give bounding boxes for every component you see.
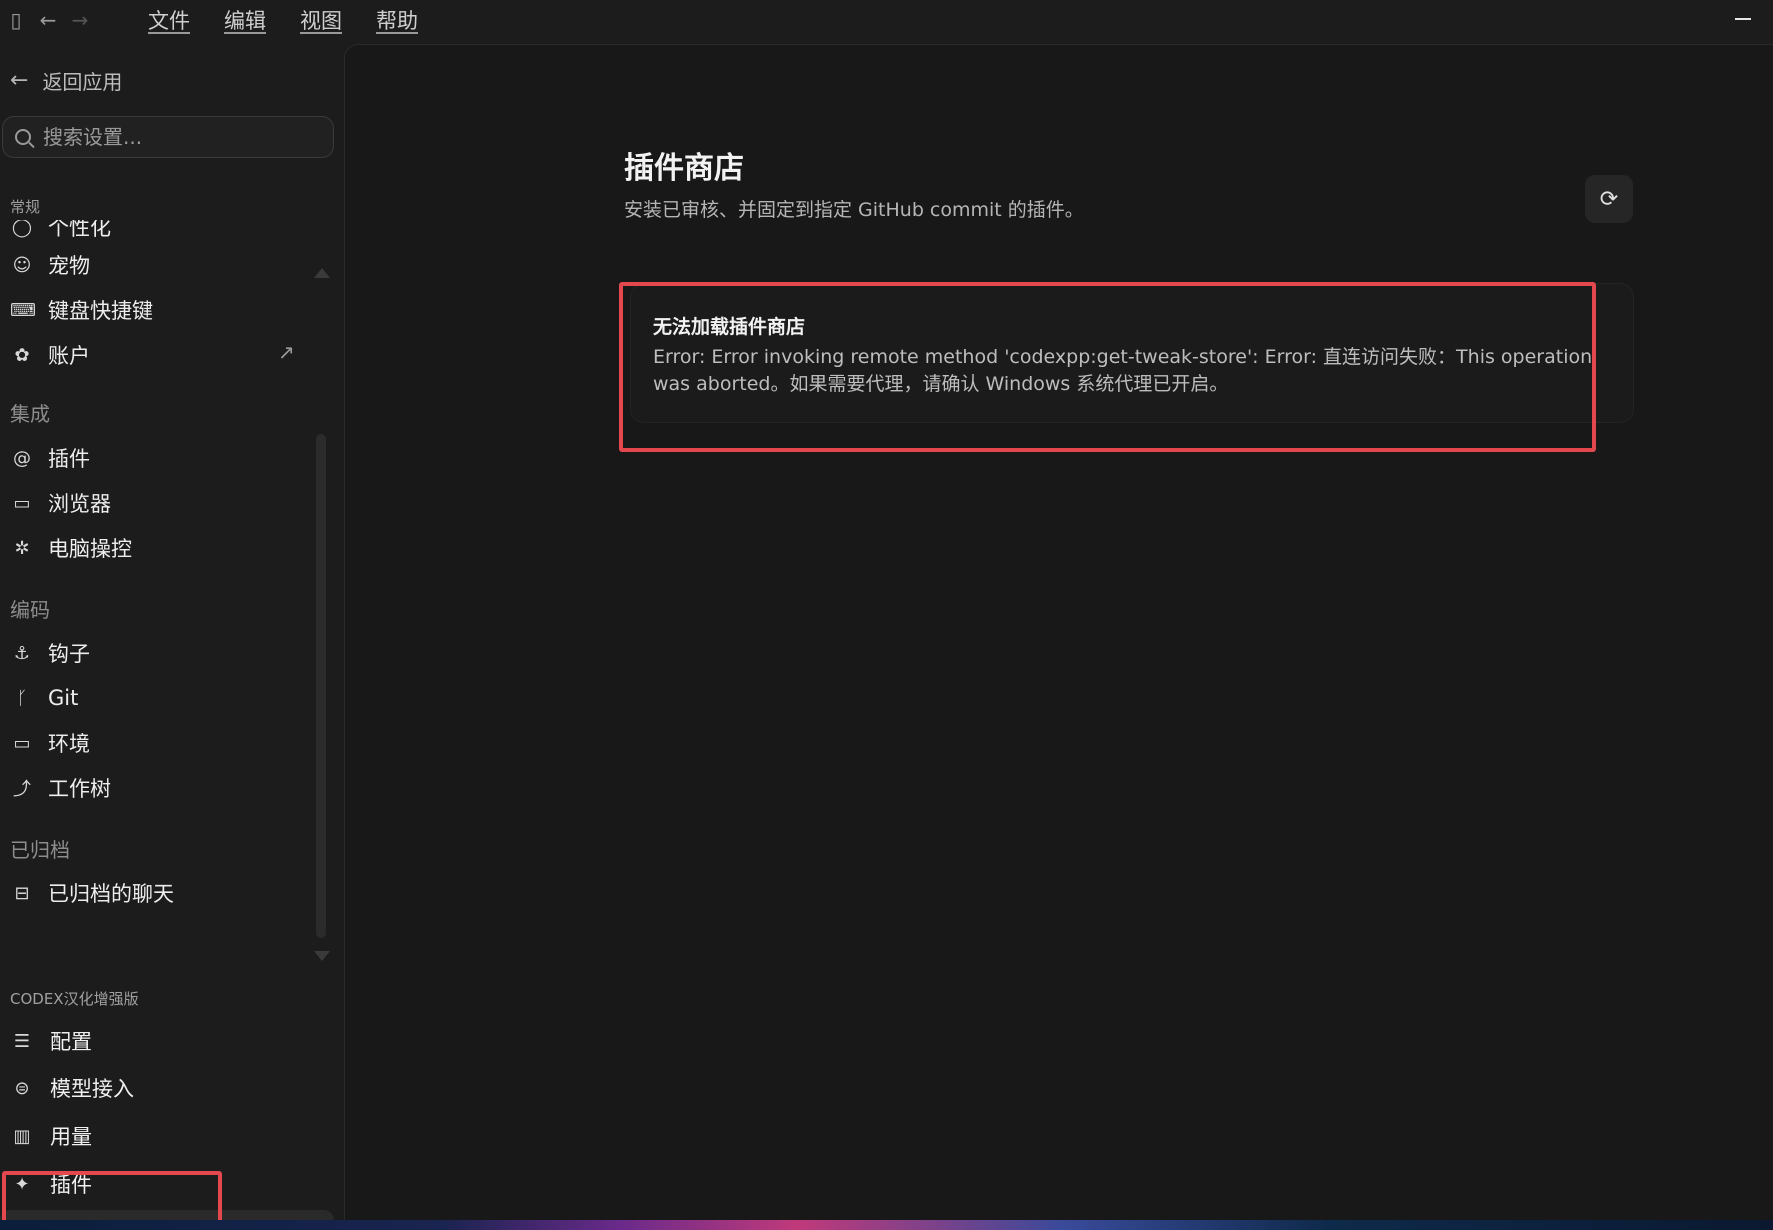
settings-search[interactable] — [2, 116, 334, 158]
section-archived-title: 已归档 — [10, 838, 70, 862]
sidebar-item-browser[interactable]: ▭ 浏览器 — [10, 486, 111, 520]
bar-chart-icon: ▥ — [13, 1125, 31, 1147]
sidebar-item-label: 电脑操控 — [48, 537, 132, 561]
sidebar-item-label: 个性化 — [48, 216, 111, 240]
sidebar-item-keyboard-shortcuts[interactable]: ⌨ 键盘快捷键 — [10, 293, 153, 327]
pet-icon: ☺ — [12, 254, 32, 276]
page-subtitle: 安装已审核、并固定到指定 GitHub commit 的插件。 — [624, 199, 1084, 221]
sidebar-item-personalization[interactable]: ◯ 个性化 — [10, 216, 111, 244]
sidebar-item-account[interactable]: ✿ 账户 — [10, 338, 90, 372]
sidebar-item-pet[interactable]: ☺ 宠物 — [10, 248, 90, 282]
sidebar-toggle-icon[interactable]: ▯ — [0, 0, 32, 40]
computer-control-icon: ✲ — [14, 537, 30, 559]
settings-sidebar: ← 返回应用 常规 ◯ 个性化 ☺ 宠物 ⌨ 键盘快捷键 ✿ 账户 ↗ 集成 @… — [0, 40, 344, 1230]
sidebar-item-label: 工作树 — [48, 777, 111, 801]
section-integration-title: 集成 — [10, 402, 50, 426]
menu-file[interactable]: 文件 — [148, 5, 190, 35]
at-icon: @ — [13, 447, 31, 469]
sidebar-scrollbar[interactable] — [316, 434, 326, 938]
minimize-button[interactable] — [1735, 18, 1751, 20]
back-to-app-button[interactable]: ← 返回应用 — [10, 66, 122, 95]
sidebar-item-environment[interactable]: ▭ 环境 — [10, 726, 90, 760]
git-branch-icon: ᚴ — [16, 687, 28, 709]
page-title: 插件商店 — [624, 151, 744, 186]
browser-icon: ▭ — [13, 492, 31, 514]
environment-icon: ▭ — [13, 732, 31, 754]
sidebar-item-model-access[interactable]: ⊜ 模型接入 — [10, 1070, 134, 1106]
account-icon: ✿ — [14, 344, 30, 366]
sidebar-item-worktree[interactable]: ⤴ 工作树 — [10, 771, 111, 805]
worktree-icon: ⤴ — [13, 779, 31, 800]
menu-view[interactable]: 视图 — [300, 5, 342, 35]
sidebar-item-plugins[interactable]: @ 插件 — [10, 441, 90, 475]
anchor-icon: ⚓ — [13, 642, 31, 664]
sidebar-item-label: 宠物 — [48, 254, 90, 278]
sidebar-item-archived-chats[interactable]: ⊟ 已归档的聊天 — [10, 876, 174, 910]
settings-nav-scroll[interactable]: ◯ 个性化 ☺ 宠物 ⌨ 键盘快捷键 ✿ 账户 ↗ 集成 @ 插件 ▭ 浏览器 … — [0, 190, 344, 964]
back-arrow-icon[interactable]: ← — [32, 0, 64, 40]
refresh-icon: ⟳ — [1599, 186, 1619, 212]
sidebar-item-label: 账户 — [48, 344, 90, 368]
menu-edit[interactable]: 编辑 — [224, 5, 266, 35]
section-codex-title: CODEX汉化增强版 — [10, 990, 139, 1008]
highlight-box-error — [619, 282, 1596, 452]
sidebar-item-label: 已归档的聊天 — [48, 882, 174, 906]
keyboard-icon: ⌨ — [10, 299, 36, 321]
back-arrow-icon: ← — [10, 68, 29, 93]
sliders-icon: ☰ — [13, 1030, 31, 1052]
desktop-wallpaper-strip — [0, 1220, 1773, 1230]
sidebar-item-config[interactable]: ☰ 配置 — [10, 1023, 92, 1059]
sidebar-item-label: 用量 — [50, 1125, 92, 1149]
archive-icon: ⊟ — [14, 882, 30, 904]
sidebar-item-label: 环境 — [48, 732, 90, 756]
personalization-icon: ◯ — [11, 216, 33, 238]
sidebar-item-usage[interactable]: ▥ 用量 — [10, 1118, 92, 1154]
menu-help[interactable]: 帮助 — [376, 5, 418, 35]
main-panel: 插件商店 安装已审核、并固定到指定 GitHub commit 的插件。 ⟳ 无… — [344, 44, 1773, 1220]
search-input[interactable] — [43, 125, 313, 149]
sidebar-item-label: 浏览器 — [48, 492, 111, 516]
sidebar-item-computer-control[interactable]: ✲ 电脑操控 — [10, 531, 132, 565]
sidebar-item-label: 配置 — [50, 1030, 92, 1054]
model-icon: ⊜ — [14, 1077, 30, 1099]
search-icon — [15, 129, 31, 145]
sidebar-item-label: 插件 — [48, 447, 90, 471]
back-to-app-label: 返回应用 — [42, 70, 123, 94]
sidebar-item-label: Git — [48, 686, 79, 710]
sidebar-item-label: 钩子 — [48, 642, 90, 666]
scroll-up-arrow-icon[interactable] — [314, 268, 330, 278]
forward-arrow-icon[interactable]: → — [64, 0, 96, 40]
section-coding-title: 编码 — [10, 598, 50, 622]
sidebar-item-label: 键盘快捷键 — [48, 299, 153, 323]
sidebar-item-label: 模型接入 — [50, 1077, 134, 1101]
sidebar-item-git[interactable]: ᚴ Git — [10, 681, 79, 715]
external-link-icon: ↗ — [278, 340, 295, 364]
sidebar-item-hooks[interactable]: ⚓ 钩子 — [10, 636, 90, 670]
title-bar: ▯ ← → 文件 编辑 视图 帮助 — [0, 0, 1773, 40]
scroll-down-arrow-icon[interactable] — [314, 951, 330, 961]
menu-bar: 文件 编辑 视图 帮助 — [148, 5, 452, 35]
refresh-button[interactable]: ⟳ — [1585, 175, 1633, 223]
